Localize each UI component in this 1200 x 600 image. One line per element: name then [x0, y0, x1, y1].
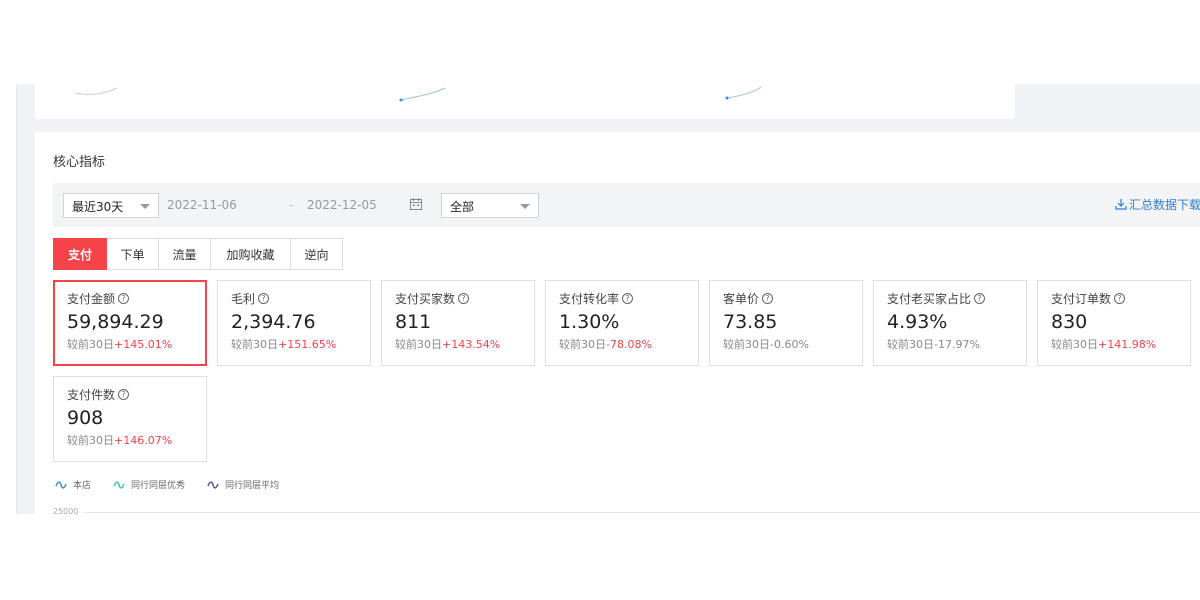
- help-icon[interactable]: ?: [762, 293, 774, 304]
- compare-label: 较前30日: [1051, 338, 1098, 351]
- change-value: +141.98%: [1098, 338, 1157, 351]
- legend-item-peer-excellent[interactable]: 同行同层优秀: [113, 478, 185, 491]
- metric-value: 811: [395, 311, 432, 333]
- metric-card-gross-profit[interactable]: 毛利? 2,394.76 较前30日+151.65%: [217, 280, 371, 366]
- help-icon[interactable]: ?: [118, 293, 130, 304]
- compare-label: 较前30日: [559, 338, 606, 351]
- tab-order[interactable]: 下单: [107, 238, 159, 270]
- compare-label: 较前30日: [231, 338, 278, 351]
- scope-select-value: 全部: [450, 200, 475, 214]
- help-icon[interactable]: ?: [1114, 293, 1126, 304]
- wave-icon: [207, 480, 219, 489]
- change-value: +143.54%: [442, 338, 501, 351]
- metric-tabs: 支付 下单 流量 加购收藏 逆向: [53, 238, 343, 270]
- metric-label: 客单价: [723, 292, 760, 306]
- change-value: -17.97%: [934, 338, 980, 351]
- chart-legend: 本店 同行同层优秀 同行同层平均: [55, 478, 301, 491]
- chart-y-tick: 25000: [53, 507, 79, 514]
- legend-item-peer-average[interactable]: 同行同层平均: [207, 478, 279, 491]
- calendar-icon[interactable]: [409, 197, 423, 211]
- metric-card-paid-orders[interactable]: 支付订单数? 830 较前30日+141.98%: [1037, 280, 1191, 366]
- change-value: +146.07%: [114, 434, 173, 447]
- metric-label: 支付件数: [67, 388, 116, 402]
- metric-card-paying-buyers[interactable]: 支付买家数? 811 较前30日+143.54%: [381, 280, 535, 366]
- metric-card-conversion-rate[interactable]: 支付转化率? 1.30% 较前30日-78.08%: [545, 280, 699, 366]
- metric-label: 支付转化率: [559, 292, 620, 306]
- metric-value: 830: [1051, 311, 1088, 333]
- tab-traffic[interactable]: 流量: [159, 238, 211, 270]
- help-icon[interactable]: ?: [974, 293, 986, 304]
- tab-cart-favorite[interactable]: 加购收藏: [211, 238, 291, 270]
- change-value: -0.60%: [770, 338, 809, 351]
- legend-item-own-store[interactable]: 本店: [55, 478, 91, 491]
- chart-gridline: [83, 512, 1200, 513]
- tab-reverse[interactable]: 逆向: [291, 238, 343, 270]
- metric-value: 73.85: [723, 311, 778, 333]
- app-content: 核心指标 最近30天 2022-11-06 - 2022-12-05 全部 汇总…: [16, 84, 1200, 514]
- compare-label: 较前30日: [887, 338, 934, 351]
- previous-chart-card: [35, 84, 1015, 119]
- metric-card-paid-items[interactable]: 支付件数? 908 较前30日+146.07%: [53, 376, 207, 462]
- metric-value: 4.93%: [887, 311, 948, 333]
- scope-select[interactable]: 全部: [441, 193, 539, 218]
- date-separator: -: [289, 198, 294, 212]
- compare-label: 较前30日: [723, 338, 770, 351]
- change-value: +145.01%: [114, 338, 173, 351]
- date-start-input[interactable]: 2022-11-06: [159, 193, 289, 218]
- legend-label: 同行同层优秀: [131, 481, 186, 491]
- metric-label: 支付买家数: [395, 292, 456, 306]
- core-metrics-card: 核心指标 最近30天 2022-11-06 - 2022-12-05 全部 汇总…: [35, 132, 1200, 514]
- metric-label: 支付金额: [67, 292, 116, 306]
- legend-label: 同行同层平均: [225, 481, 280, 491]
- metric-label: 支付订单数: [1051, 292, 1112, 306]
- range-select-value: 最近30天: [72, 200, 124, 214]
- compare-label: 较前30日: [67, 338, 114, 351]
- chevron-down-icon: [520, 204, 530, 209]
- metric-card-payment-amount[interactable]: 支付金额? 59,894.29 较前30日+145.01%: [53, 280, 207, 366]
- metric-label: 毛利: [231, 292, 256, 306]
- compare-label: 较前30日: [67, 434, 114, 447]
- download-summary-label: 汇总数据下载: [1129, 198, 1200, 212]
- filter-bar: 最近30天 2022-11-06 - 2022-12-05 全部 汇总数据下载: [53, 183, 1200, 227]
- metric-value: 2,394.76: [231, 311, 316, 333]
- previous-chart-fragment: [74, 86, 762, 102]
- metric-value: 1.30%: [559, 311, 620, 333]
- metric-card-returning-buyer-ratio[interactable]: 支付老买家占比? 4.93% 较前30日-17.97%: [873, 280, 1027, 366]
- wave-icon: [55, 480, 67, 489]
- download-icon: [1115, 199, 1127, 210]
- change-value: +151.65%: [278, 338, 337, 351]
- metric-value: 59,894.29: [67, 311, 164, 333]
- help-icon[interactable]: ?: [458, 293, 470, 304]
- tab-payment[interactable]: 支付: [53, 238, 107, 270]
- help-icon[interactable]: ?: [258, 293, 270, 304]
- help-icon[interactable]: ?: [622, 293, 634, 304]
- compare-label: 较前30日: [395, 338, 442, 351]
- help-icon[interactable]: ?: [118, 389, 130, 400]
- metric-value: 908: [67, 407, 104, 429]
- section-title: 核心指标: [53, 155, 106, 170]
- metric-label: 支付老买家占比: [887, 292, 972, 306]
- chevron-down-icon: [140, 204, 150, 209]
- metric-card-avg-order-value[interactable]: 客单价? 73.85 较前30日-0.60%: [709, 280, 863, 366]
- wave-icon: [113, 480, 125, 489]
- download-summary-link[interactable]: 汇总数据下载: [1115, 196, 1200, 213]
- change-value: -78.08%: [606, 338, 652, 351]
- legend-label: 本店: [73, 481, 92, 491]
- page: 核心指标 最近30天 2022-11-06 - 2022-12-05 全部 汇总…: [0, 0, 1200, 600]
- range-select[interactable]: 最近30天: [63, 193, 159, 218]
